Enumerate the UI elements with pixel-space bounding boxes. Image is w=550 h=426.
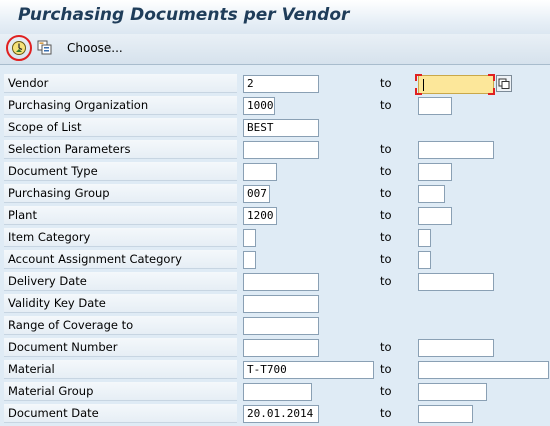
row-vendor: Vendor 2 to: [0, 73, 550, 95]
field-label: Plant: [4, 206, 237, 225]
focus-corner: [488, 74, 495, 81]
title-bar: Purchasing Documents per Vendor: [0, 0, 550, 35]
acct-assignment-from-field[interactable]: [243, 251, 256, 269]
row-document-type: Document Type to: [0, 161, 550, 183]
vendor-from-field[interactable]: 2: [243, 75, 319, 93]
item-category-to-field[interactable]: [418, 229, 431, 247]
multiple-selection-icon: [496, 75, 512, 92]
field-label: Document Type: [4, 162, 237, 181]
to-label: to: [380, 274, 392, 288]
row-material: Material T-T700 to: [0, 359, 550, 381]
to-label: to: [380, 208, 392, 222]
execute-clock-icon: [12, 41, 26, 55]
document-type-from-field[interactable]: [243, 163, 277, 181]
field-label: Validity Key Date: [4, 294, 237, 313]
document-type-to-field[interactable]: [418, 163, 452, 181]
field-label: Purchasing Group: [4, 184, 237, 203]
item-category-from-field[interactable]: [243, 229, 256, 247]
text-cursor: [423, 79, 424, 91]
field-label: Item Category: [4, 228, 237, 247]
focus-corner: [415, 88, 422, 95]
to-label: to: [380, 406, 392, 420]
focus-corner: [488, 88, 495, 95]
selection-screen: Vendor 2 to Purchasing Organization 1000…: [0, 64, 550, 426]
field-label: Material Group: [4, 382, 237, 401]
scope-of-list-field[interactable]: BEST: [243, 119, 319, 137]
row-material-group: Material Group to: [0, 381, 550, 403]
purch-org-from-field[interactable]: 1000: [243, 97, 275, 115]
field-label: Document Date: [4, 404, 237, 423]
row-purchasing-group: Purchasing Group 007 to: [0, 183, 550, 205]
vendor-to-field-wrapper: [415, 74, 495, 95]
choose-layout-icon: [37, 40, 52, 55]
row-account-assignment-category: Account Assignment Category to: [0, 249, 550, 271]
to-label: to: [380, 76, 392, 90]
page-title: Purchasing Documents per Vendor: [18, 5, 350, 25]
to-label: to: [380, 384, 392, 398]
row-validity-key-date: Validity Key Date: [0, 293, 550, 315]
row-document-date: Document Date 20.01.2014 to: [0, 403, 550, 425]
row-delivery-date: Delivery Date to: [0, 271, 550, 293]
purch-org-to-field[interactable]: [418, 97, 452, 115]
to-label: to: [380, 186, 392, 200]
acct-assignment-to-field[interactable]: [418, 251, 431, 269]
to-label: to: [380, 252, 392, 266]
field-label: Scope of List: [4, 118, 237, 137]
row-scope-of-list: Scope of List BEST: [0, 117, 550, 139]
row-item-category: Item Category to: [0, 227, 550, 249]
field-label: Purchasing Organization: [4, 96, 237, 115]
material-group-to-field[interactable]: [418, 383, 487, 401]
focus-corner: [415, 74, 422, 81]
material-to-field[interactable]: [418, 361, 549, 379]
to-label: to: [380, 142, 392, 156]
row-range-of-coverage: Range of Coverage to: [0, 315, 550, 337]
purch-group-to-field[interactable]: [418, 185, 445, 203]
execute-button[interactable]: [6, 35, 32, 61]
delivery-date-from-field[interactable]: [243, 273, 319, 291]
row-selection-parameters: Selection Parameters to: [0, 139, 550, 161]
vendor-to-field[interactable]: [418, 75, 494, 94]
field-label: Vendor: [4, 74, 237, 93]
delivery-date-to-field[interactable]: [418, 273, 494, 291]
field-label: Account Assignment Category: [4, 250, 237, 269]
purch-group-from-field[interactable]: 007: [243, 185, 270, 203]
plant-from-field[interactable]: 1200: [243, 207, 277, 225]
material-from-field[interactable]: T-T700: [243, 361, 374, 379]
material-group-from-field[interactable]: [243, 383, 312, 401]
application-toolbar: Choose...: [0, 34, 550, 65]
row-plant: Plant 1200 to: [0, 205, 550, 227]
to-label: to: [380, 98, 392, 112]
validity-key-date-field[interactable]: [243, 295, 319, 313]
selection-params-to-field[interactable]: [418, 141, 494, 159]
field-label: Delivery Date: [4, 272, 237, 291]
choose-button[interactable]: [37, 40, 53, 56]
document-number-from-field[interactable]: [243, 339, 319, 357]
to-label: to: [380, 164, 392, 178]
row-document-number: Document Number to: [0, 337, 550, 359]
row-purchasing-organization: Purchasing Organization 1000 to: [0, 95, 550, 117]
field-label: Document Number: [4, 338, 237, 357]
field-label: Selection Parameters: [4, 140, 237, 159]
to-label: to: [380, 362, 392, 376]
to-label: to: [380, 230, 392, 244]
document-number-to-field[interactable]: [418, 339, 494, 357]
field-label: Material: [4, 360, 237, 379]
field-label: Range of Coverage to: [4, 316, 237, 335]
choose-label[interactable]: Choose...: [67, 41, 123, 55]
to-label: to: [380, 340, 392, 354]
document-date-from-field[interactable]: 20.01.2014: [243, 405, 319, 423]
range-of-coverage-field[interactable]: [243, 317, 319, 335]
document-date-to-field[interactable]: [418, 405, 473, 423]
multiple-selection-button[interactable]: [496, 75, 512, 92]
selection-params-from-field[interactable]: [243, 141, 319, 159]
plant-to-field[interactable]: [418, 207, 452, 225]
